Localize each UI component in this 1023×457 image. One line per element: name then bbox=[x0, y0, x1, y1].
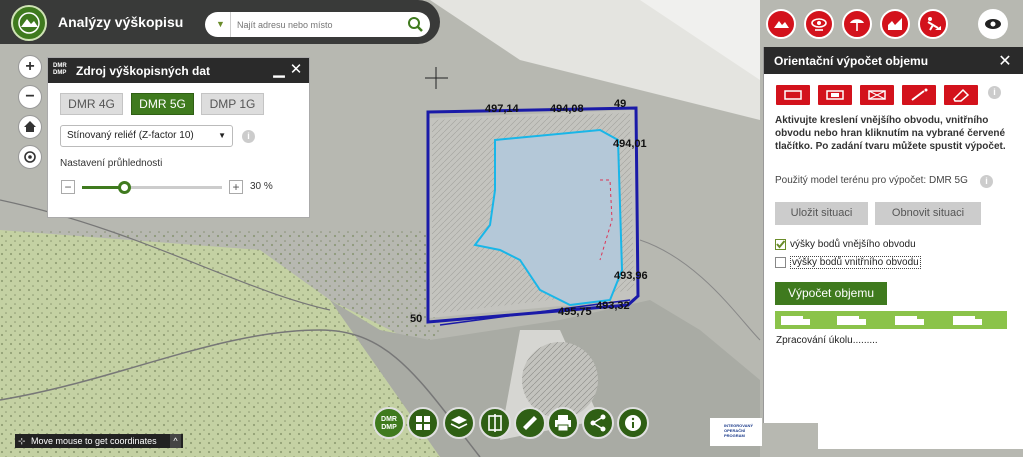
search-box: ▼ bbox=[205, 12, 430, 37]
map-elevation-label: 50 bbox=[410, 313, 423, 325]
transparency-slider[interactable] bbox=[82, 181, 222, 194]
eraser-icon[interactable] bbox=[944, 85, 978, 105]
restore-situation-button[interactable]: Obnovit situaci bbox=[875, 202, 981, 225]
map-elevation-label: 494,08 bbox=[550, 103, 584, 115]
truck-icon bbox=[781, 316, 982, 325]
transparency-label: Nastavení průhlednosti bbox=[60, 158, 163, 169]
volume-calc-panel: Orientační výpočet objemu ✕ i Aktivujte … bbox=[763, 47, 1023, 423]
transparency-increase-button[interactable]: + bbox=[229, 180, 243, 194]
dmr-panel-title: Zdroj výškopisných dat bbox=[76, 64, 211, 78]
zoom-out-button[interactable]: − bbox=[18, 85, 42, 109]
grid-icon[interactable] bbox=[407, 407, 439, 439]
dmr-source-panel: DMR DMP Zdroj výškopisných dat ▁ ✕ DMR 4… bbox=[47, 57, 310, 218]
map-elevation-label: 494,01 bbox=[613, 138, 647, 150]
chevron-down-icon: ▼ bbox=[218, 131, 226, 140]
compare-icon[interactable] bbox=[479, 407, 511, 439]
top-bar: Analýzy výškopisu ▼ bbox=[0, 0, 440, 44]
inner-heights-checkbox[interactable] bbox=[775, 257, 786, 268]
volume-panel-title: Orientační výpočet objemu bbox=[774, 54, 929, 68]
magic-wand-icon[interactable] bbox=[902, 85, 936, 105]
coordinates-text: Move mouse to get coordinates bbox=[31, 436, 157, 446]
calculate-volume-button[interactable]: Výpočet objemu bbox=[775, 282, 887, 305]
draw-outer-perimeter-button[interactable] bbox=[776, 85, 810, 105]
app-logo-icon[interactable] bbox=[11, 5, 47, 41]
slider-handle[interactable] bbox=[118, 181, 131, 194]
close-icon[interactable]: ✕ bbox=[288, 61, 304, 79]
outer-heights-label: výšky bodů vnějšího obvodu bbox=[790, 239, 916, 250]
coordinates-bar: ⊹ Move mouse to get coordinates ^ bbox=[15, 434, 183, 448]
print-icon[interactable] bbox=[547, 407, 579, 439]
ruler-icon[interactable] bbox=[514, 407, 546, 439]
transparency-value: 30 % bbox=[250, 181, 273, 192]
search-scope-dropdown[interactable]: ▼ bbox=[211, 12, 231, 37]
info-icon[interactable]: i bbox=[988, 86, 1001, 99]
visibility-tool-button[interactable] bbox=[804, 9, 834, 39]
footer-area bbox=[818, 413, 1023, 449]
volume-panel-header: Orientační výpočet objemu ✕ bbox=[764, 47, 1023, 74]
info-icon[interactable]: i bbox=[242, 130, 255, 143]
partner-logo: INTEGROVANÝ OPERAČNÍ PROGRAM bbox=[710, 418, 762, 446]
map-elevation-label: 497,14 bbox=[485, 103, 519, 115]
relief-select[interactable]: Stínovaný reliéf (Z-factor 10) ▼ bbox=[60, 125, 233, 147]
dmr-dmp-icon: DMR DMP bbox=[53, 63, 67, 76]
outer-heights-checkbox[interactable] bbox=[775, 239, 786, 250]
dmr-panel-header: DMR DMP Zdroj výškopisných dat ▁ ✕ bbox=[48, 58, 309, 83]
dmr-4g-button[interactable]: DMR 4G bbox=[60, 93, 123, 115]
map-elevation-label: 493,32 bbox=[596, 300, 630, 312]
info-icon[interactable]: i bbox=[980, 175, 993, 188]
slope-tool-button[interactable] bbox=[880, 9, 910, 39]
relief-select-value: Stínovaný reliéf (Z-factor 10) bbox=[67, 130, 194, 141]
crosshair-icon: ⊹ bbox=[18, 436, 26, 446]
map-elevation-label: 495,75 bbox=[558, 306, 592, 318]
save-situation-button[interactable]: Uložit situaci bbox=[775, 202, 868, 225]
search-input[interactable] bbox=[237, 16, 397, 33]
dmr-5g-button[interactable]: DMR 5G bbox=[131, 93, 194, 115]
map-elevation-label: 49 bbox=[614, 98, 627, 110]
transparency-decrease-button[interactable]: − bbox=[61, 180, 75, 194]
info-icon[interactable] bbox=[617, 407, 649, 439]
draw-edges-button[interactable] bbox=[860, 85, 894, 105]
close-icon[interactable]: ✕ bbox=[996, 51, 1014, 71]
status-text: Zpracování úkolu......... bbox=[776, 335, 878, 346]
locate-icon[interactable] bbox=[18, 145, 42, 169]
eye-icon[interactable] bbox=[978, 9, 1008, 39]
home-icon[interactable] bbox=[18, 115, 42, 139]
zoom-in-button[interactable]: + bbox=[18, 55, 42, 79]
search-icon[interactable] bbox=[404, 14, 426, 35]
inner-heights-label: výšky bodů vnitřního obvodu bbox=[790, 256, 921, 269]
app-title: Analýzy výškopisu bbox=[58, 14, 184, 30]
map-elevation-label: 493,96 bbox=[614, 270, 648, 282]
volume-instructions: Aktivujte kreslení vnějšího obvodu, vnit… bbox=[775, 115, 1006, 152]
minimize-icon[interactable]: ▁ bbox=[271, 61, 287, 79]
dmr-source-button[interactable]: DMR DMP bbox=[373, 407, 405, 439]
volume-tool-button[interactable] bbox=[918, 9, 948, 39]
draw-inner-perimeter-button[interactable] bbox=[818, 85, 852, 105]
chevron-up-icon[interactable]: ^ bbox=[170, 434, 181, 448]
dmp-1g-button[interactable]: DMP 1G bbox=[201, 93, 264, 115]
progress-bar bbox=[775, 311, 1007, 329]
flood-tool-button[interactable] bbox=[842, 9, 872, 39]
terrain-model-text: Použitý model terénu pro výpočet: DMR 5G bbox=[775, 175, 968, 186]
terrain-profile-tool-button[interactable] bbox=[766, 9, 796, 39]
share-icon[interactable] bbox=[582, 407, 614, 439]
layers-icon[interactable] bbox=[443, 407, 475, 439]
